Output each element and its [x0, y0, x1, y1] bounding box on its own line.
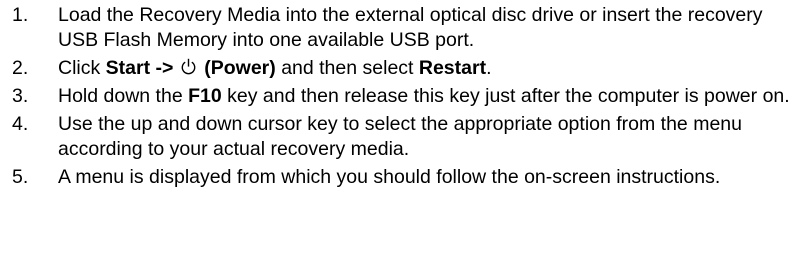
- step-text: Load the Recovery Media into the externa…: [58, 4, 763, 51]
- step-hold-text: Hold down the: [58, 85, 183, 107]
- step-number: 4.: [12, 113, 29, 135]
- recovery-steps-list: 1. Load the Recovery Media into the exte…: [0, 3, 805, 190]
- step-5: 5. A menu is displayed from which you sh…: [0, 165, 805, 190]
- step-1: 1. Load the Recovery Media into the exte…: [0, 3, 805, 53]
- step-number: 5.: [12, 166, 29, 188]
- step-number: 2.: [12, 57, 29, 79]
- start-label: Start ->: [105, 57, 174, 79]
- step-text: A menu is displayed from which you shoul…: [58, 166, 721, 188]
- step-click-text: Click: [58, 57, 101, 79]
- f10-key-label: F10: [188, 85, 222, 107]
- step-number: 1.: [12, 4, 29, 26]
- step-then-select-text: and then select: [281, 57, 414, 79]
- power-label: (Power): [204, 57, 276, 79]
- step-4: 4. Use the up and down cursor key to sel…: [0, 112, 805, 162]
- step-rest-text: key and then release this key just after…: [227, 85, 790, 107]
- power-icon: [180, 58, 197, 77]
- step-2: 2. Click Start -> (Power) and then selec…: [0, 56, 805, 81]
- step-3: 3. Hold down the F10 key and then releas…: [0, 84, 805, 109]
- step-number: 3.: [12, 85, 29, 107]
- restart-label: Restart: [418, 57, 487, 79]
- step-text: Use the up and down cursor key to select…: [58, 113, 742, 160]
- step-end-punct: .: [486, 57, 492, 79]
